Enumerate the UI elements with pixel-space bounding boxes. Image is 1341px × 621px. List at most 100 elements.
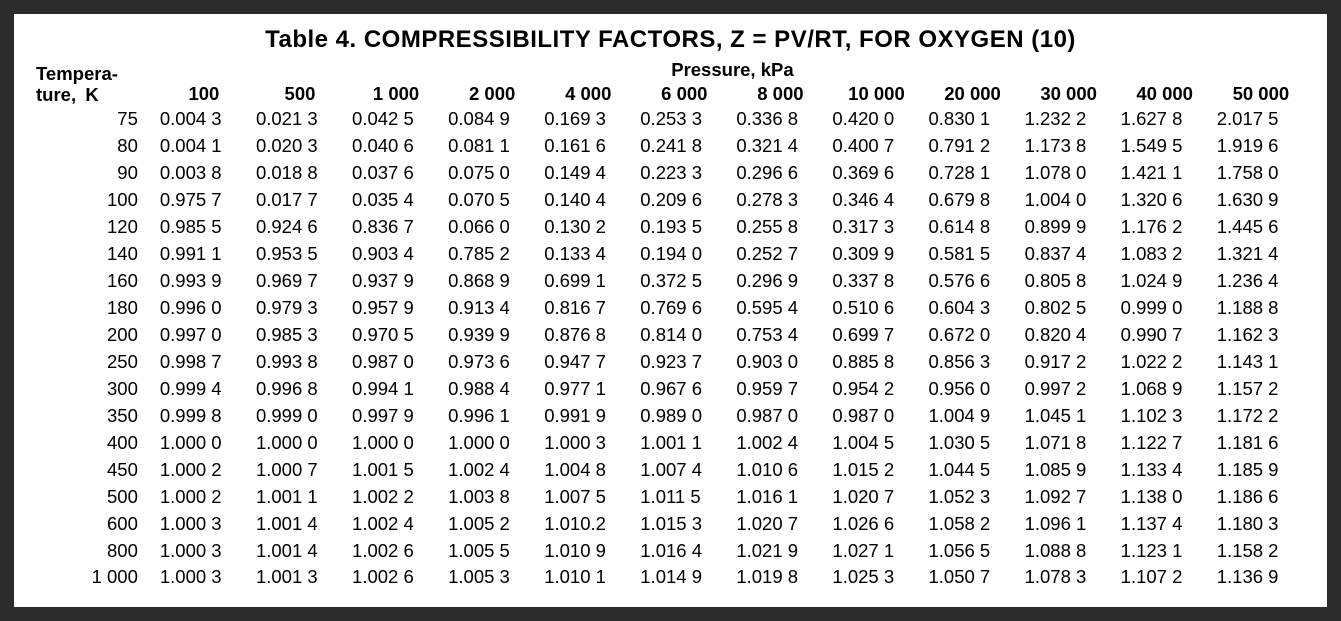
value-cell: 0.987 0 [828,403,924,430]
value-cell: 0.140 4 [540,187,636,214]
value-cell: 0.018 8 [252,160,348,187]
value-cell: 1.133 4 [1117,457,1213,484]
value-cell: 0.679 8 [925,187,1021,214]
temperature-cell: 180 [32,295,156,322]
value-cell: 1.092 7 [1021,484,1117,511]
value-cell: 1.137 4 [1117,511,1213,538]
value-cell: 1.014 9 [636,564,732,591]
value-cell: 1.321 4 [1213,241,1309,268]
value-cell: 1.000 2 [156,484,252,511]
value-cell: 1.001 3 [252,564,348,591]
value-cell: 0.040 6 [348,133,444,160]
table-row: 4501.000 21.000 71.001 51.002 41.004 81.… [32,457,1309,484]
value-cell: 1.002 2 [348,484,444,511]
value-cell: 0.973 6 [444,349,540,376]
pressure-col-6: 8 000 [732,82,828,106]
value-cell: 1.011 5 [636,484,732,511]
value-cell: 0.037 6 [348,160,444,187]
table-header: Tempera- ture, K Pressure, kPa 1005001 0… [32,58,1309,106]
temperature-cell: 80 [32,133,156,160]
value-cell: 1.549 5 [1117,133,1213,160]
table-row: 750.004 30.021 30.042 50.084 90.169 30.2… [32,106,1309,133]
temperature-cell: 800 [32,538,156,565]
value-cell: 1.172 2 [1213,403,1309,430]
value-cell: 0.868 9 [444,268,540,295]
value-cell: 0.987 0 [732,403,828,430]
table-row: 2500.998 70.993 80.987 00.973 60.947 70.… [32,349,1309,376]
value-cell: 0.947 7 [540,349,636,376]
value-cell: 0.885 8 [828,349,924,376]
value-cell: 0.296 6 [732,160,828,187]
value-cell: 0.939 9 [444,322,540,349]
value-cell: 1.627 8 [1117,106,1213,133]
value-cell: 0.769 6 [636,295,732,322]
pressure-col-11: 50 000 [1213,82,1309,106]
value-cell: 1.052 3 [925,484,1021,511]
value-cell: 1.030 5 [925,430,1021,457]
table-row: 3500.999 80.999 00.997 90.996 10.991 90.… [32,403,1309,430]
pressure-col-2: 1 000 [348,82,444,106]
value-cell: 0.990 7 [1117,322,1213,349]
value-cell: 1.005 5 [444,538,540,565]
value-cell: 0.802 5 [1021,295,1117,322]
temperature-cell: 140 [32,241,156,268]
value-cell: 1.010 6 [732,457,828,484]
value-cell: 0.149 4 [540,160,636,187]
table-title: Table 4. COMPRESSIBILITY FACTORS, Z = PV… [32,26,1309,54]
value-cell: 1.185 9 [1213,457,1309,484]
temperature-cell: 300 [32,376,156,403]
temperature-header-l2: ture, K [36,84,99,105]
value-cell: 0.996 0 [156,295,252,322]
temperature-cell: 200 [32,322,156,349]
value-cell: 0.336 8 [732,106,828,133]
temperature-cell: 90 [32,160,156,187]
value-cell: 0.969 7 [252,268,348,295]
table-row: 1800.996 00.979 30.957 90.913 40.816 70.… [32,295,1309,322]
pressure-col-9: 30 000 [1021,82,1117,106]
compressibility-table: Tempera- ture, K Pressure, kPa 1005001 0… [32,58,1309,591]
value-cell: 1.000 3 [156,511,252,538]
value-cell: 0.997 9 [348,403,444,430]
value-cell: 0.278 3 [732,187,828,214]
value-cell: 0.020 3 [252,133,348,160]
value-cell: 0.699 1 [540,268,636,295]
pressure-col-10: 40 000 [1117,82,1213,106]
value-cell: 0.672 0 [925,322,1021,349]
value-cell: 1.071 8 [1021,430,1117,457]
value-cell: 1.096 1 [1021,511,1117,538]
temperature-cell: 500 [32,484,156,511]
value-cell: 0.970 5 [348,322,444,349]
value-cell: 0.994 1 [348,376,444,403]
temperature-cell: 350 [32,403,156,430]
value-cell: 0.791 2 [925,133,1021,160]
table-row: 2000.997 00.985 30.970 50.939 90.876 80.… [32,322,1309,349]
value-cell: 0.699 7 [828,322,924,349]
value-cell: 1.138 0 [1117,484,1213,511]
value-cell: 1.024 9 [1117,268,1213,295]
value-cell: 0.957 9 [348,295,444,322]
value-cell: 1.000 0 [444,430,540,457]
value-cell: 0.070 5 [444,187,540,214]
value-cell: 0.997 2 [1021,376,1117,403]
value-cell: 1.001 1 [252,484,348,511]
value-cell: 1.016 4 [636,538,732,565]
value-cell: 1.050 7 [925,564,1021,591]
value-cell: 1.078 0 [1021,160,1117,187]
value-cell: 0.004 1 [156,133,252,160]
value-cell: 1.232 2 [1021,106,1117,133]
value-cell: 1.085 9 [1021,457,1117,484]
pressure-col-8: 20 000 [925,82,1021,106]
value-cell: 0.321 4 [732,133,828,160]
value-cell: 0.967 6 [636,376,732,403]
value-cell: 1.162 3 [1213,322,1309,349]
table-row: 8001.000 31.001 41.002 61.005 51.010 91.… [32,538,1309,565]
value-cell: 0.993 8 [252,349,348,376]
value-cell: 0.975 7 [156,187,252,214]
value-cell: 1.005 3 [444,564,540,591]
value-cell: 0.988 4 [444,376,540,403]
value-cell: 1.445 6 [1213,214,1309,241]
value-cell: 0.400 7 [828,133,924,160]
value-cell: 0.021 3 [252,106,348,133]
value-cell: 0.728 1 [925,160,1021,187]
value-cell: 1.044 5 [925,457,1021,484]
